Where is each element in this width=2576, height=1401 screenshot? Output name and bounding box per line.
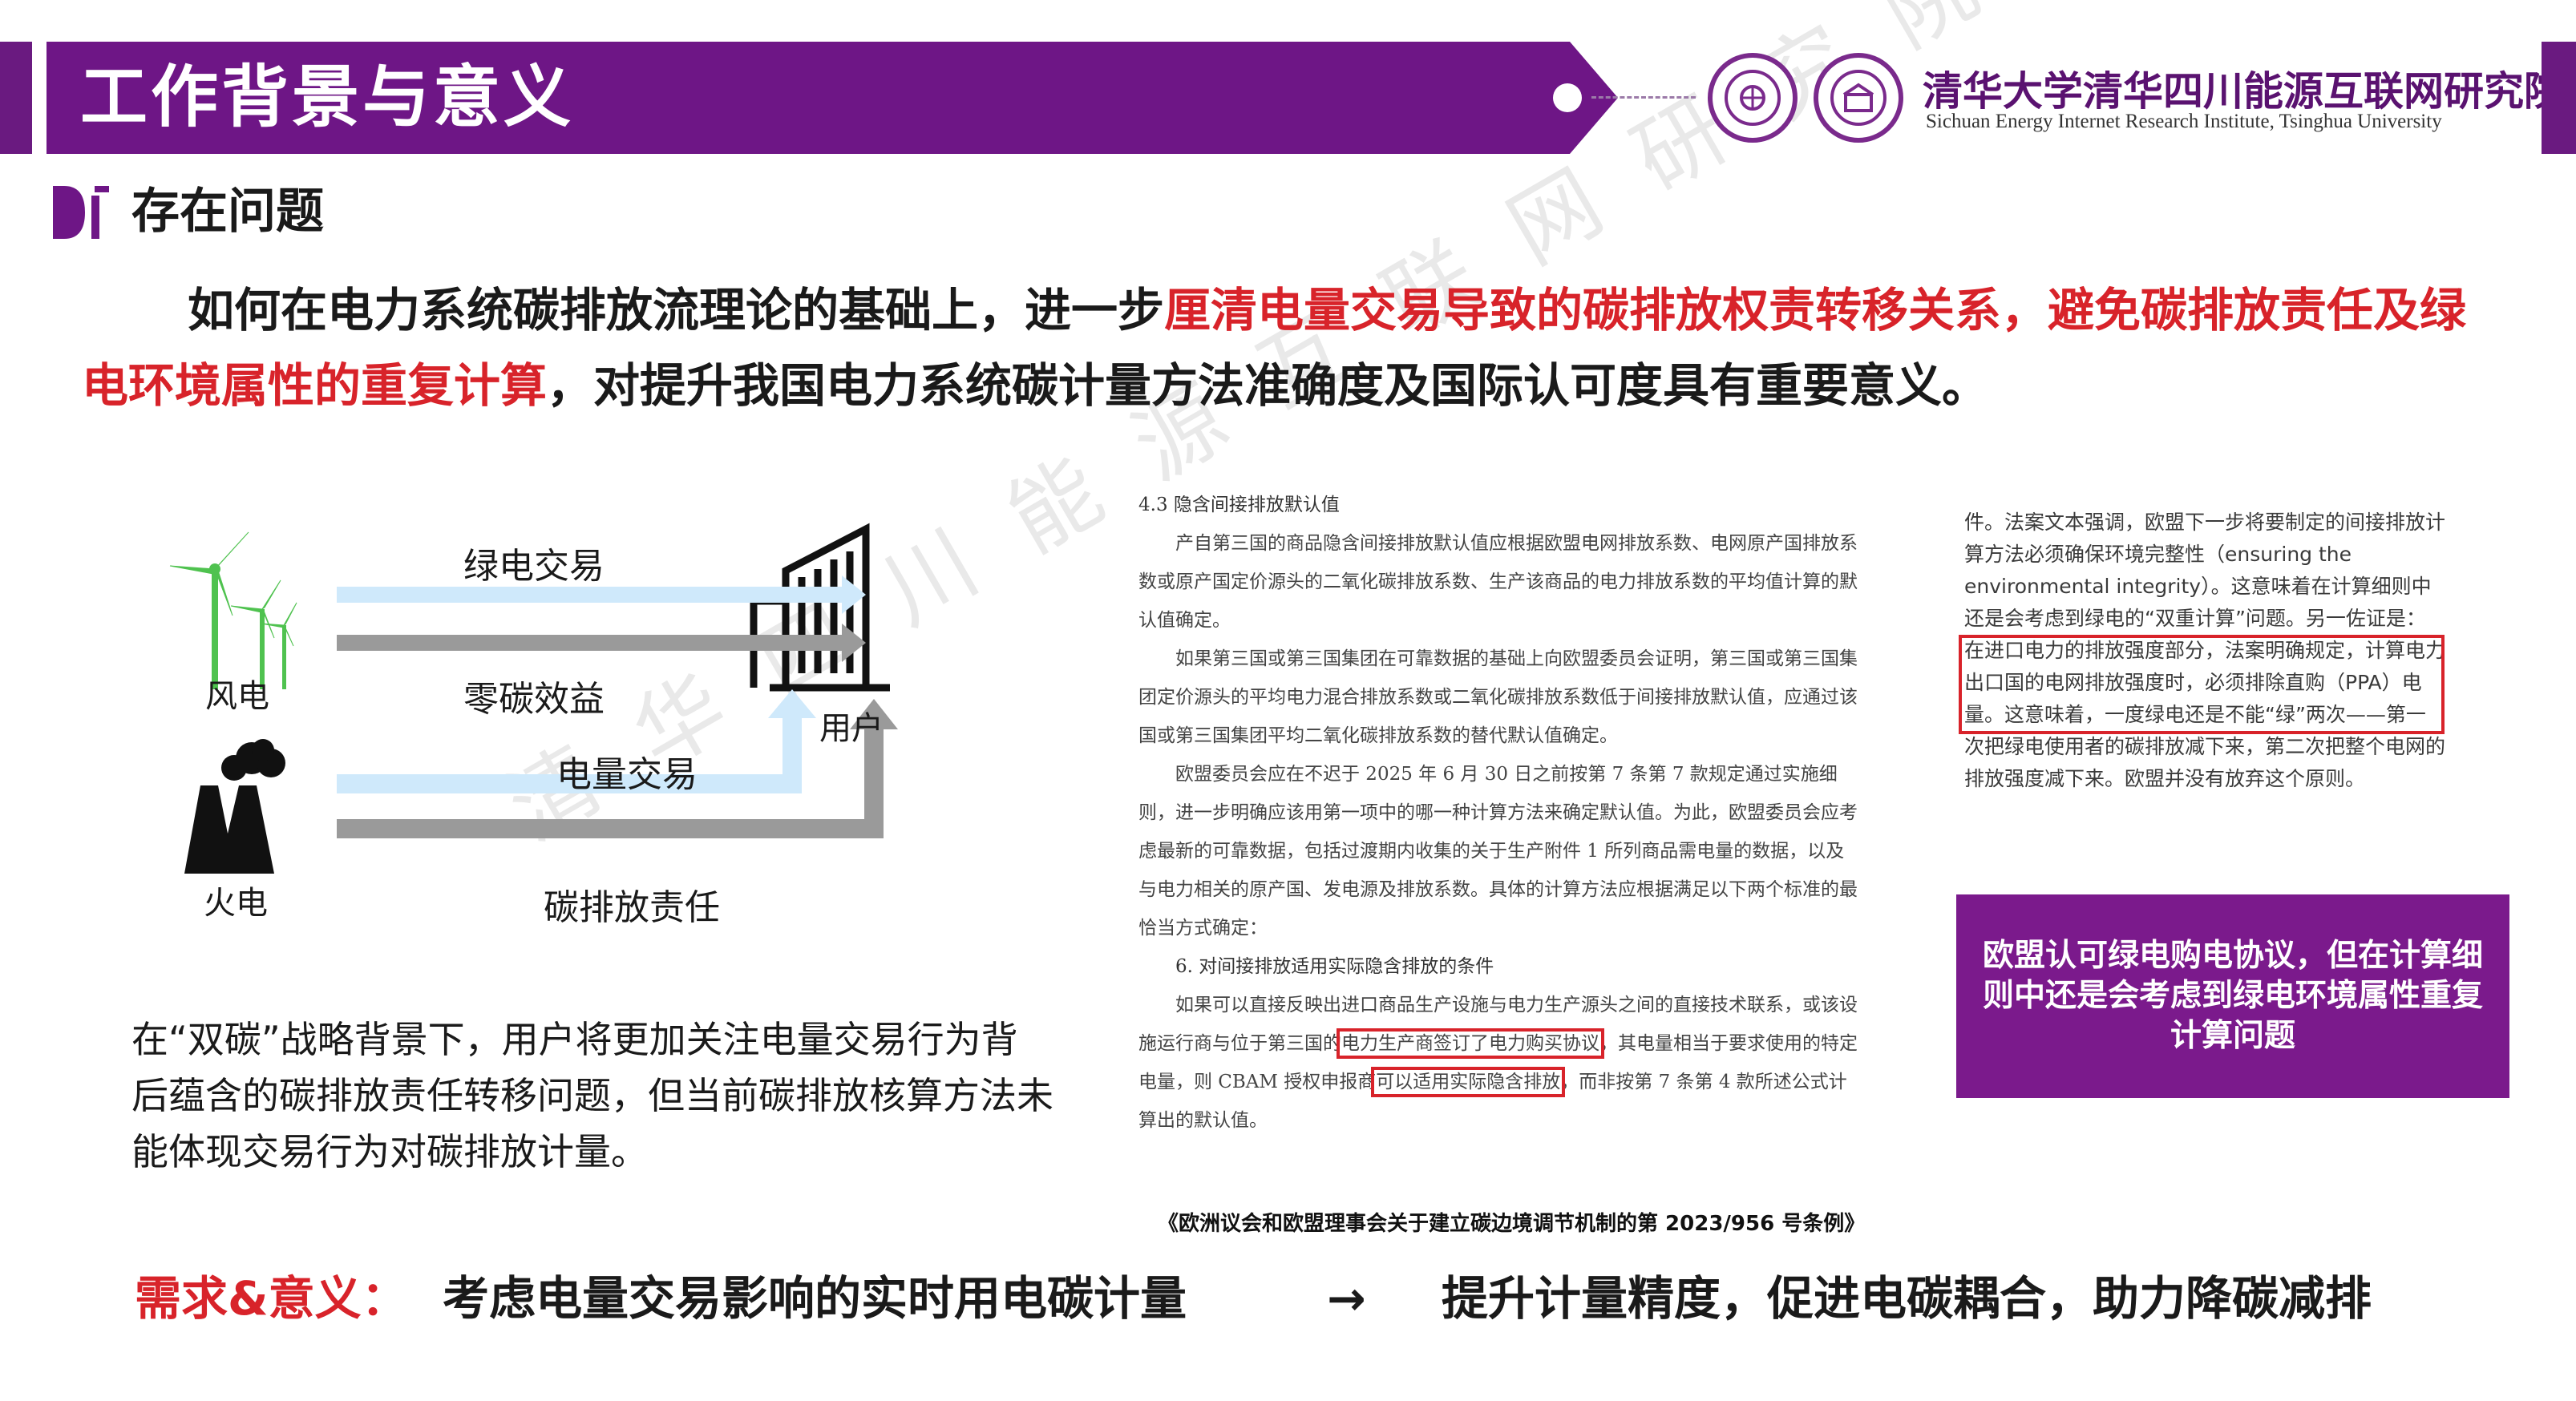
quote-highlight-box: [1959, 635, 2445, 734]
regulation-excerpt: 4.3 隐含间接排放默认值 产自第三国的商品隐含间接排放默认值应根据欧盟电网排放…: [1138, 486, 1860, 1175]
label-green-trade: 绿电交易: [463, 546, 605, 587]
doc-heading-4-3: 4.3 隐含间接排放默认值: [1138, 495, 1340, 515]
doc-paragraph-1: 产自第三国的商品隐含间接排放默认值应根据欧盟电网排放系数、电网原产国排放系数或原…: [1138, 533, 1858, 631]
section-title: 存在问题: [131, 184, 324, 240]
institute-name-cn: 清华大学清华四川能源互联网研究院: [1923, 68, 2564, 115]
doc-caption: 《欧洲议会和欧盟理事会关于建立碳边境调节机制的第 2023/956 号条例》: [1158, 1212, 1866, 1236]
need-item-1: 考虑电量交易影响的实时用电碳计量: [443, 1271, 1187, 1326]
intro-text-part2: ，对提升我国电力系统碳计量方法准确度及国际认可度具有重要意义。: [547, 358, 1989, 413]
institute-seal-logo: [1814, 53, 1903, 143]
doc-paragraph-4: 如果可以直接反映出进口商品生产设施与电力生产源头之间的直接技术联系，或该设施运行…: [1138, 986, 1860, 1140]
label-zero-carbon: 零碳效益: [463, 679, 605, 720]
doc-highlight-ppa: 电力生产商签订了电力购买协议: [1337, 1028, 1604, 1059]
intro-text-part1: 如何在电力系统碳排放流理论的基础上，进一步: [188, 283, 1165, 337]
intro-paragraph: 如何在电力系统碳排放流理论的基础上，进一步厘清电量交易导致的碳排放权责转移关系，…: [82, 273, 2487, 423]
header-left-accent: [0, 42, 32, 154]
banner-dashed-line: [1591, 96, 1696, 99]
need-item-2: 提升计量精度，促进电碳耦合，助力降碳减排: [1442, 1271, 2372, 1326]
label-carbon-responsibility: 碳排放责任: [544, 887, 720, 928]
banner-dot-icon: [1553, 83, 1582, 112]
right-arrow-icon: →: [1327, 1271, 1366, 1326]
section-bullet-icon: [53, 186, 109, 239]
doc-highlight-actual-emission: 可以适用实际隐含排放: [1371, 1067, 1566, 1097]
eu-conclusion-box: 欧盟认可绿电购电协议，但在计算细则中还是会考虑到绿电环境属性重复计算问题: [1956, 894, 2509, 1098]
doc-paragraph-2: 如果第三国或第三国集团在可靠数据的基础上向欧盟委员会证明，第三国或第三国集团定价…: [1138, 648, 1858, 746]
page-title: 工作背景与意义: [80, 58, 575, 136]
doc-heading-6: 6. 对间接排放适用实际隐含排放的条件: [1175, 956, 1494, 977]
doc-paragraph-3: 欧盟委员会应在不迟于 2025 年 6 月 30 日之前按第 7 条第 7 款规…: [1138, 764, 1858, 939]
need-label: 需求&意义：: [135, 1271, 408, 1326]
user-building-icon: [750, 523, 890, 692]
thermal-plant-icon: [184, 739, 285, 874]
trade-flow-diagram: 绿电交易 零碳效益 电量交易 碳排放责任 风电 火电 用户: [144, 513, 962, 930]
tsinghua-seal-logo: [1708, 53, 1798, 143]
label-wind: 风电: [205, 678, 269, 715]
header-right-accent: [2542, 42, 2576, 154]
label-user: 用户: [819, 710, 884, 747]
wind-turbine-icon: [169, 531, 297, 689]
label-power-trade: 电量交易: [556, 754, 698, 795]
institute-name-en: Sichuan Energy Internet Research Institu…: [1926, 111, 2442, 132]
background-text: 在“双碳”战略背景下，用户将更加关注电量交易行为背后蕴含的碳排放责任转移问题，但…: [131, 1018, 1053, 1173]
label-thermal: 火电: [204, 885, 268, 922]
